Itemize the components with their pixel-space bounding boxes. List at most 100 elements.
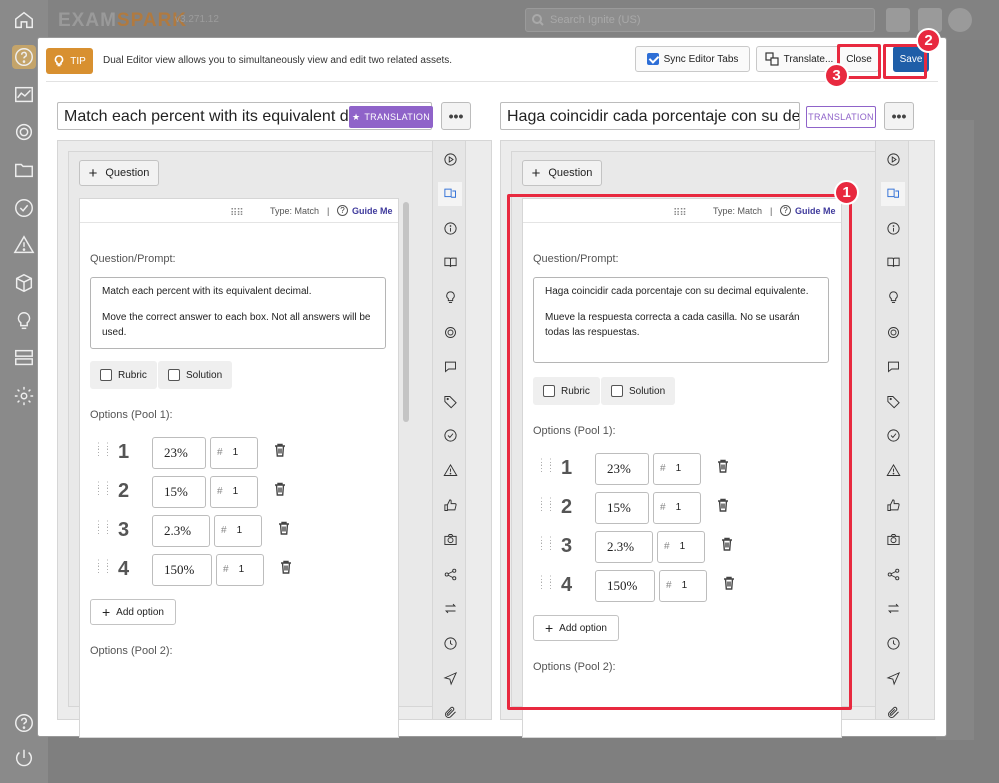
- sidebar-item-bulb[interactable]: [12, 309, 36, 333]
- rubric-checkbox[interactable]: [100, 369, 112, 381]
- option-value-input[interactable]: 150%: [152, 554, 212, 586]
- right-title-input[interactable]: Haga coincidir cada porcentaje con su de…: [500, 102, 800, 130]
- rail-swap-button[interactable]: [881, 597, 905, 621]
- drag-handle-icon[interactable]: ⋮⋮ ⋮⋮: [94, 481, 112, 496]
- left-add-question-button[interactable]: + Question: [79, 160, 159, 186]
- left-guide-me-link[interactable]: ? Guide Me: [337, 205, 393, 216]
- bulb-icon: [888, 291, 898, 303]
- rail-camera-button[interactable]: [438, 528, 462, 552]
- rail-send-button[interactable]: [881, 666, 905, 690]
- left-scrollbar[interactable]: [403, 202, 409, 422]
- rail-info-button[interactable]: [881, 216, 905, 240]
- hash-icon: #: [221, 525, 227, 536]
- global-search-input[interactable]: Search Ignite (US): [525, 8, 875, 32]
- rail-book-button[interactable]: [881, 251, 905, 275]
- rail-tag-button[interactable]: [438, 389, 462, 413]
- rail-translate-button[interactable]: [438, 181, 462, 206]
- rail-check-circle-button[interactable]: [438, 424, 462, 448]
- rail-share-button[interactable]: [438, 562, 462, 586]
- rail-book-button[interactable]: [438, 251, 462, 275]
- rail-thumbs-up-button[interactable]: [881, 493, 905, 517]
- rail-comment-button[interactable]: [438, 355, 462, 379]
- play-icon: [886, 152, 900, 166]
- rail-thumbs-up-button[interactable]: [438, 493, 462, 517]
- rail-share-button[interactable]: [881, 562, 905, 586]
- rail-paperclip-button[interactable]: [881, 701, 905, 725]
- option-value-input[interactable]: 2.3%: [152, 515, 210, 547]
- rail-target-button[interactable]: [438, 320, 462, 344]
- comment-icon: [444, 361, 456, 373]
- option-id-input[interactable]: #1: [210, 476, 258, 508]
- rail-play-button[interactable]: [881, 147, 905, 171]
- sidebar-item-chart[interactable]: [12, 83, 36, 107]
- power-icon: [15, 749, 33, 767]
- trash-icon[interactable]: [280, 560, 292, 574]
- hash-icon: #: [217, 486, 223, 497]
- bulb-icon: [54, 55, 64, 67]
- sidebar-item-folder[interactable]: [12, 158, 36, 182]
- option-id-input[interactable]: #1: [214, 515, 262, 547]
- rail-paperclip-button[interactable]: [438, 701, 462, 725]
- sidebar-item-home[interactable]: [12, 8, 36, 32]
- option-value-input[interactable]: 23%: [152, 437, 206, 469]
- left-more-button[interactable]: •••: [441, 102, 471, 130]
- rail-check-circle-button[interactable]: [881, 424, 905, 448]
- right-more-button[interactable]: •••: [884, 102, 914, 130]
- rail-target-button[interactable]: [881, 320, 905, 344]
- rail-bulb-button[interactable]: [881, 285, 905, 309]
- sidebar-item-cube[interactable]: [12, 271, 36, 295]
- sidebar-item-gear[interactable]: [12, 384, 36, 408]
- rail-swap-button[interactable]: [438, 597, 462, 621]
- rail-bulb-button[interactable]: [438, 285, 462, 309]
- sidebar-item-help[interactable]: [12, 711, 36, 735]
- info-icon: [886, 222, 900, 235]
- solution-checkbox[interactable]: [168, 369, 180, 381]
- left-add-option-button[interactable]: + Add option: [90, 599, 176, 625]
- home-icon: [15, 11, 33, 29]
- server-icon: [15, 349, 33, 366]
- target-icon: [887, 326, 899, 338]
- trash-icon[interactable]: [274, 482, 286, 496]
- option-value-input[interactable]: 15%: [152, 476, 206, 508]
- option-number: 2: [118, 480, 130, 502]
- gear-icon: [14, 386, 34, 406]
- left-rubric-toggle[interactable]: Rubric: [90, 361, 157, 389]
- drag-handle-icon[interactable]: ⋮⋮ ⋮⋮: [94, 442, 112, 457]
- rail-clock-button[interactable]: [881, 631, 905, 655]
- left-solution-toggle[interactable]: Solution: [158, 361, 233, 389]
- rail-tag-button[interactable]: [881, 389, 905, 413]
- right-translation-badge: TRANSLATION: [806, 106, 876, 128]
- drag-handle-icon[interactable]: ⋮⋮ ⋮⋮: [94, 559, 112, 574]
- rail-warning-button[interactable]: [438, 458, 462, 482]
- notifications-button[interactable]: [886, 8, 910, 32]
- drag-handle-icon[interactable]: ⠿⠿: [230, 208, 244, 219]
- trash-icon[interactable]: [274, 443, 286, 457]
- rail-comment-button[interactable]: [881, 355, 905, 379]
- sidebar-item-target[interactable]: [12, 120, 36, 144]
- option-id-input[interactable]: #1: [216, 554, 264, 586]
- option-id-input[interactable]: #1: [210, 437, 258, 469]
- sidebar-item-check-circle[interactable]: [12, 196, 36, 220]
- rail-translate-button[interactable]: [881, 181, 905, 206]
- sidebar-item-server[interactable]: [12, 346, 36, 370]
- sidebar-item-help[interactable]: [12, 45, 36, 69]
- rail-send-button[interactable]: [438, 666, 462, 690]
- sidebar-item-warning[interactable]: [12, 233, 36, 257]
- sync-checkbox[interactable]: [646, 53, 659, 65]
- rail-info-button[interactable]: [438, 216, 462, 240]
- rail-camera-button[interactable]: [881, 528, 905, 552]
- hash-icon: #: [217, 447, 223, 458]
- rail-warning-button[interactable]: [881, 458, 905, 482]
- left-pool1-label: Options (Pool 1):: [90, 409, 173, 421]
- drag-handle-icon[interactable]: ⋮⋮ ⋮⋮: [94, 520, 112, 535]
- rail-play-button[interactable]: [438, 147, 462, 171]
- rail-clock-button[interactable]: [438, 631, 462, 655]
- left-prompt-field[interactable]: Match each percent with its equivalent d…: [90, 277, 386, 349]
- left-tool-rail: [432, 140, 466, 720]
- sync-editor-tabs-toggle[interactable]: Sync Editor Tabs: [635, 46, 750, 72]
- option-row: ⋮⋮ ⋮⋮ 4 150% #1: [90, 554, 390, 586]
- right-add-question-button[interactable]: + Question: [522, 160, 602, 186]
- sidebar-item-power[interactable]: [12, 746, 36, 770]
- trash-icon[interactable]: [278, 521, 290, 535]
- user-avatar[interactable]: [948, 8, 972, 32]
